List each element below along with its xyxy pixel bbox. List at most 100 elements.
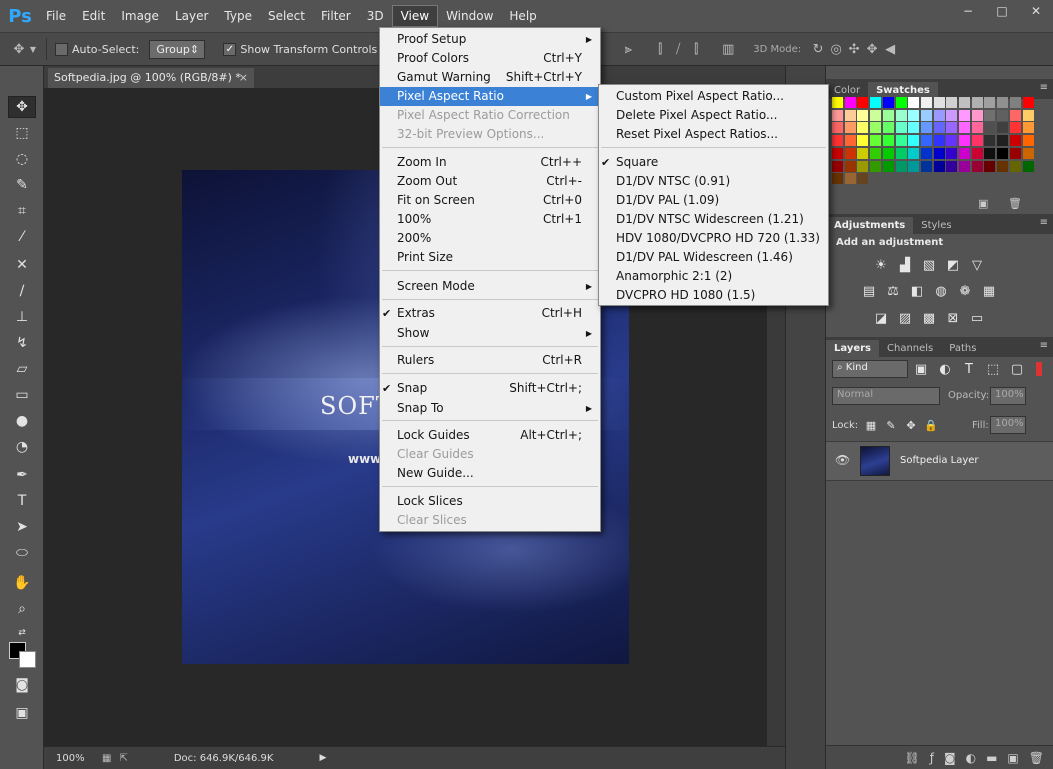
color-swatch[interactable] [946, 97, 958, 108]
tab-styles[interactable]: Styles [913, 217, 959, 234]
lock-position-icon[interactable]: ✥ [902, 416, 920, 434]
color-swatch[interactable] [1022, 147, 1034, 159]
color-swatch[interactable] [844, 97, 856, 108]
show-transform-checkbox[interactable]: ✓ [223, 42, 237, 56]
filter-shape-icon[interactable]: ⬚ [984, 360, 1002, 378]
color-swatch[interactable] [946, 109, 958, 121]
distribute-left-icon[interactable]: ⫿ [651, 40, 669, 58]
tab-channels[interactable]: Channels [879, 340, 941, 357]
color-swatch[interactable] [933, 109, 945, 121]
color-swatch[interactable] [832, 109, 843, 121]
auto-align-icon[interactable]: ▥ [719, 40, 737, 58]
color-swatch[interactable] [908, 109, 920, 121]
threshold-icon[interactable]: ▩ [920, 309, 938, 327]
color-balance-icon[interactable]: ⚖ [884, 282, 902, 300]
color-swatch[interactable] [920, 97, 932, 108]
color-swatch[interactable] [1022, 122, 1034, 134]
color-swatch[interactable] [933, 135, 945, 147]
color-swatch[interactable] [908, 122, 920, 134]
menu-view[interactable]: View [391, 5, 439, 27]
color-swatch[interactable] [920, 135, 932, 147]
layer-filter-kind[interactable]: ⌕ Kind [832, 360, 908, 378]
menu-window[interactable]: Window [438, 4, 501, 28]
filter-adjustment-icon[interactable]: ◐ [936, 360, 954, 378]
3d-pan-icon[interactable]: ✣ [845, 40, 863, 58]
new-layer-icon[interactable]: ▣ [1007, 751, 1018, 765]
menu-image[interactable]: Image [113, 4, 167, 28]
color-swatch[interactable] [984, 160, 996, 172]
color-swatch[interactable] [895, 109, 907, 121]
shape-tool-icon[interactable]: ⬭ [8, 542, 36, 564]
menu-item-snap[interactable]: ✔ Snap Shift+Ctrl+; [380, 379, 600, 398]
menu-item-snap-to[interactable]: Snap To ▶ [380, 399, 600, 418]
align-icon[interactable]: ⫸ [619, 40, 637, 58]
color-swatch[interactable] [997, 160, 1009, 172]
layer-name[interactable]: Softpedia Layer [900, 455, 979, 466]
menu-item-fit-on-screen[interactable]: Fit on Screen Ctrl+0 [380, 191, 600, 210]
levels-icon[interactable]: ▟ [896, 256, 914, 274]
menu-item-print-size[interactable]: Print Size [380, 248, 600, 267]
color-swatch[interactable] [946, 122, 958, 134]
menu-help[interactable]: Help [501, 4, 544, 28]
color-swatch[interactable] [844, 135, 856, 147]
lock-image-icon[interactable]: ✎ [882, 416, 900, 434]
color-swatch[interactable] [959, 135, 970, 147]
panel-menu-icon[interactable]: ≡ [1040, 340, 1048, 351]
color-swatch[interactable] [832, 135, 843, 147]
distribute-center-icon[interactable]: ⧸ [669, 40, 687, 58]
menu-edit[interactable]: Edit [74, 4, 113, 28]
color-swatch[interactable] [1022, 135, 1034, 147]
posterize-icon[interactable]: ▨ [896, 309, 914, 327]
submenu-item-delete[interactable]: Delete Pixel Aspect Ratio... [599, 106, 828, 125]
menu-item-zoom-in[interactable]: Zoom In Ctrl++ [380, 153, 600, 172]
color-swatch[interactable] [844, 122, 856, 134]
color-swatch[interactable] [946, 147, 958, 159]
color-swatch[interactable] [933, 160, 945, 172]
color-swatch[interactable] [882, 97, 894, 108]
layer-row[interactable]: 👁 Softpedia Layer [826, 441, 1053, 481]
marquee-tool-icon[interactable]: ⬚ [8, 122, 36, 144]
dodge-tool-icon[interactable]: ◔ [8, 436, 36, 458]
color-swatch[interactable] [959, 109, 970, 121]
color-swatch[interactable] [1022, 109, 1034, 121]
status-options-icon[interactable]: ▦ [102, 753, 111, 764]
document-tab[interactable]: Softpedia.jpg @ 100% (RGB/8#) * × [48, 68, 254, 88]
menu-item-proof-colors[interactable]: Proof Colors Ctrl+Y [380, 49, 600, 68]
color-swatch[interactable] [984, 147, 996, 159]
eraser-tool-icon[interactable]: ▱ [8, 358, 36, 380]
color-swatch[interactable] [997, 135, 1009, 147]
color-swatch[interactable] [959, 97, 970, 108]
auto-select-dropdown[interactable]: Group ⇕ [149, 39, 206, 59]
color-swatch[interactable] [984, 109, 996, 121]
gradient-tool-icon[interactable]: ▭ [8, 384, 36, 406]
panel-menu-icon[interactable]: ≡ [1040, 217, 1048, 228]
background-color-swatch[interactable] [19, 651, 36, 668]
color-swatch[interactable] [895, 147, 907, 159]
color-swatch[interactable] [959, 160, 970, 172]
mask-icon[interactable]: ◙ [944, 751, 956, 765]
menu-item-rulers[interactable]: Rulers Ctrl+R [380, 351, 600, 370]
menu-item-lock-guides[interactable]: Lock Guides Alt+Ctrl+; [380, 426, 600, 445]
color-swatch[interactable] [857, 173, 869, 185]
color-swatch[interactable] [870, 160, 882, 172]
link-icon[interactable]: ⛓ [904, 751, 919, 765]
blur-tool-icon[interactable]: ● [8, 410, 36, 432]
color-swatch[interactable] [959, 147, 970, 159]
type-tool-icon[interactable]: T [8, 490, 36, 512]
filter-toggle[interactable] [1036, 362, 1042, 376]
color-swatch[interactable] [908, 97, 920, 108]
close-icon[interactable]: × [239, 68, 248, 88]
folder-icon[interactable]: ▬ [986, 751, 997, 765]
submenu-item-d1-pal[interactable]: D1/DV PAL (1.09) [599, 191, 828, 210]
lock-transparent-icon[interactable]: ▦ [862, 416, 880, 434]
color-swatch[interactable] [870, 97, 882, 108]
opacity-field[interactable]: 100% [990, 387, 1026, 405]
color-swatch[interactable] [844, 109, 856, 121]
color-swatch[interactable] [844, 173, 856, 185]
color-swatch[interactable] [920, 160, 932, 172]
fx-icon[interactable]: ƒ [930, 751, 934, 765]
gradient-map-icon[interactable]: ▭ [968, 309, 986, 327]
color-swatch[interactable] [870, 122, 882, 134]
zoom-level[interactable]: 100% [56, 753, 92, 764]
clone-stamp-tool-icon[interactable]: ⊥ [8, 306, 36, 328]
